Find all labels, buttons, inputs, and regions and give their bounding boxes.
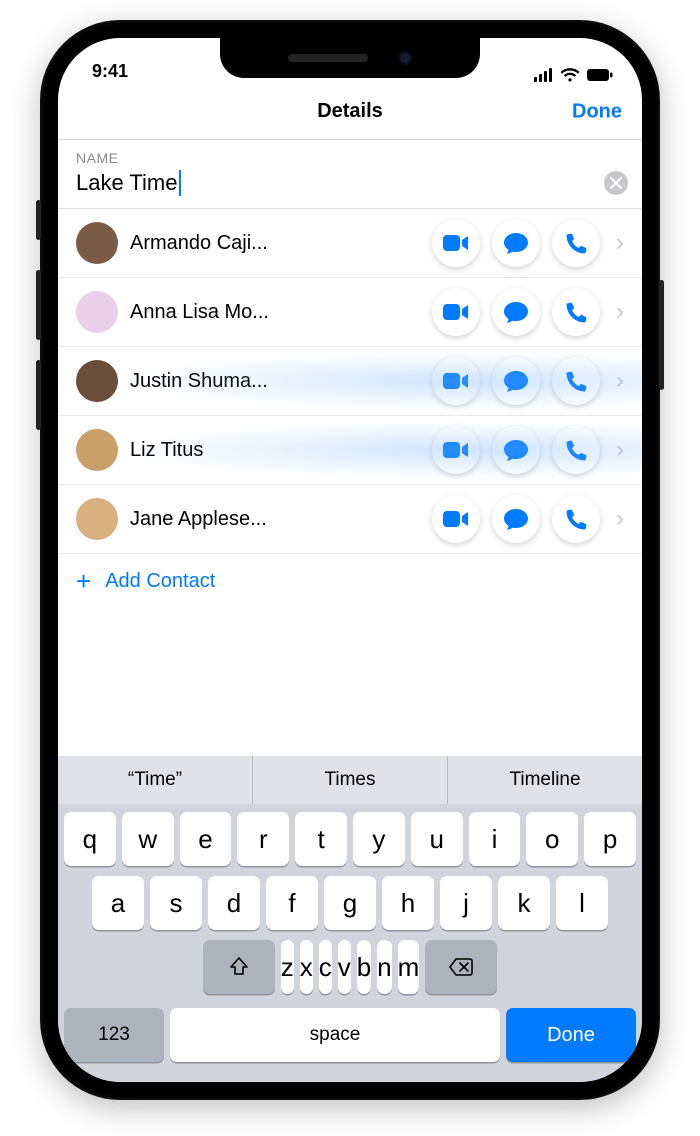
avatar: [76, 291, 118, 333]
chevron-right-icon: ›: [612, 229, 628, 257]
key-b[interactable]: b: [357, 940, 371, 994]
key-a[interactable]: a: [92, 876, 144, 930]
suggestion[interactable]: “Time”: [58, 756, 253, 804]
chevron-right-icon: ›: [612, 436, 628, 464]
key-r[interactable]: r: [237, 812, 289, 866]
key-z[interactable]: z: [281, 940, 294, 994]
numbers-key[interactable]: 123: [64, 1008, 164, 1062]
keyboard-done-key[interactable]: Done: [506, 1008, 636, 1062]
avatar: [76, 498, 118, 540]
contact-row[interactable]: Jane Applese... ›: [58, 485, 642, 554]
message-button[interactable]: [492, 288, 540, 336]
contact-name: Justin Shuma...: [130, 370, 420, 393]
key-t[interactable]: t: [295, 812, 347, 866]
message-button[interactable]: [492, 495, 540, 543]
key-h[interactable]: h: [382, 876, 434, 930]
nav-bar: Details Done: [58, 84, 642, 140]
key-n[interactable]: n: [377, 940, 391, 994]
call-button[interactable]: [552, 426, 600, 474]
space-key[interactable]: space: [170, 1008, 500, 1062]
key-x[interactable]: x: [300, 940, 313, 994]
key-f[interactable]: f: [266, 876, 318, 930]
page-title: Details: [317, 100, 383, 123]
contact-name: Liz Titus: [130, 439, 420, 462]
key-k[interactable]: k: [498, 876, 550, 930]
key-s[interactable]: s: [150, 876, 202, 930]
key-o[interactable]: o: [526, 812, 578, 866]
video-call-button[interactable]: [432, 426, 480, 474]
contact-name: Armando Caji...: [130, 232, 420, 255]
video-call-button[interactable]: [432, 219, 480, 267]
group-name-value: Lake Time: [76, 170, 178, 196]
shift-key[interactable]: [203, 940, 275, 994]
key-p[interactable]: p: [584, 812, 636, 866]
key-j[interactable]: j: [440, 876, 492, 930]
key-u[interactable]: u: [411, 812, 463, 866]
call-button[interactable]: [552, 288, 600, 336]
call-button[interactable]: [552, 219, 600, 267]
video-call-button[interactable]: [432, 495, 480, 543]
plus-icon: +: [76, 568, 91, 594]
group-name-input[interactable]: Lake Time: [76, 170, 604, 196]
chevron-right-icon: ›: [612, 367, 628, 395]
clear-text-button[interactable]: [604, 171, 628, 195]
video-call-button[interactable]: [432, 288, 480, 336]
contact-name: Anna Lisa Mo...: [130, 301, 420, 324]
video-call-button[interactable]: [432, 357, 480, 405]
key-y[interactable]: y: [353, 812, 405, 866]
keyboard: “Time”TimesTimeline qwertyuiop asdfghjkl…: [58, 756, 642, 1082]
contact-row[interactable]: Justin Shuma... ›: [58, 347, 642, 416]
suggestion[interactable]: Timeline: [448, 756, 642, 804]
avatar: [76, 222, 118, 264]
key-v[interactable]: v: [338, 940, 351, 994]
battery-icon: [586, 68, 614, 82]
call-button[interactable]: [552, 495, 600, 543]
add-contact-label: Add Contact: [105, 570, 215, 593]
contact-name: Jane Applese...: [130, 508, 420, 531]
key-e[interactable]: e: [180, 812, 232, 866]
key-g[interactable]: g: [324, 876, 376, 930]
key-d[interactable]: d: [208, 876, 260, 930]
avatar: [76, 360, 118, 402]
chevron-right-icon: ›: [612, 298, 628, 326]
status-time: 9:41: [92, 61, 128, 82]
contact-row[interactable]: Armando Caji... ›: [58, 209, 642, 278]
key-w[interactable]: w: [122, 812, 174, 866]
name-section-header: NAME: [58, 140, 642, 170]
cellular-icon: [534, 68, 554, 82]
chevron-right-icon: ›: [612, 505, 628, 533]
message-button[interactable]: [492, 219, 540, 267]
message-button[interactable]: [492, 426, 540, 474]
key-q[interactable]: q: [64, 812, 116, 866]
backspace-key[interactable]: [425, 940, 497, 994]
add-contact-button[interactable]: + Add Contact: [58, 554, 642, 608]
notch: [220, 38, 480, 78]
contact-row[interactable]: Anna Lisa Mo... ›: [58, 278, 642, 347]
done-button[interactable]: Done: [572, 100, 622, 123]
wifi-icon: [560, 68, 580, 82]
avatar: [76, 429, 118, 471]
key-i[interactable]: i: [469, 812, 521, 866]
key-m[interactable]: m: [398, 940, 420, 994]
text-cursor: [179, 170, 181, 196]
suggestion[interactable]: Times: [253, 756, 448, 804]
call-button[interactable]: [552, 357, 600, 405]
contact-row[interactable]: Liz Titus ›: [58, 416, 642, 485]
key-c[interactable]: c: [319, 940, 332, 994]
key-l[interactable]: l: [556, 876, 608, 930]
message-button[interactable]: [492, 357, 540, 405]
